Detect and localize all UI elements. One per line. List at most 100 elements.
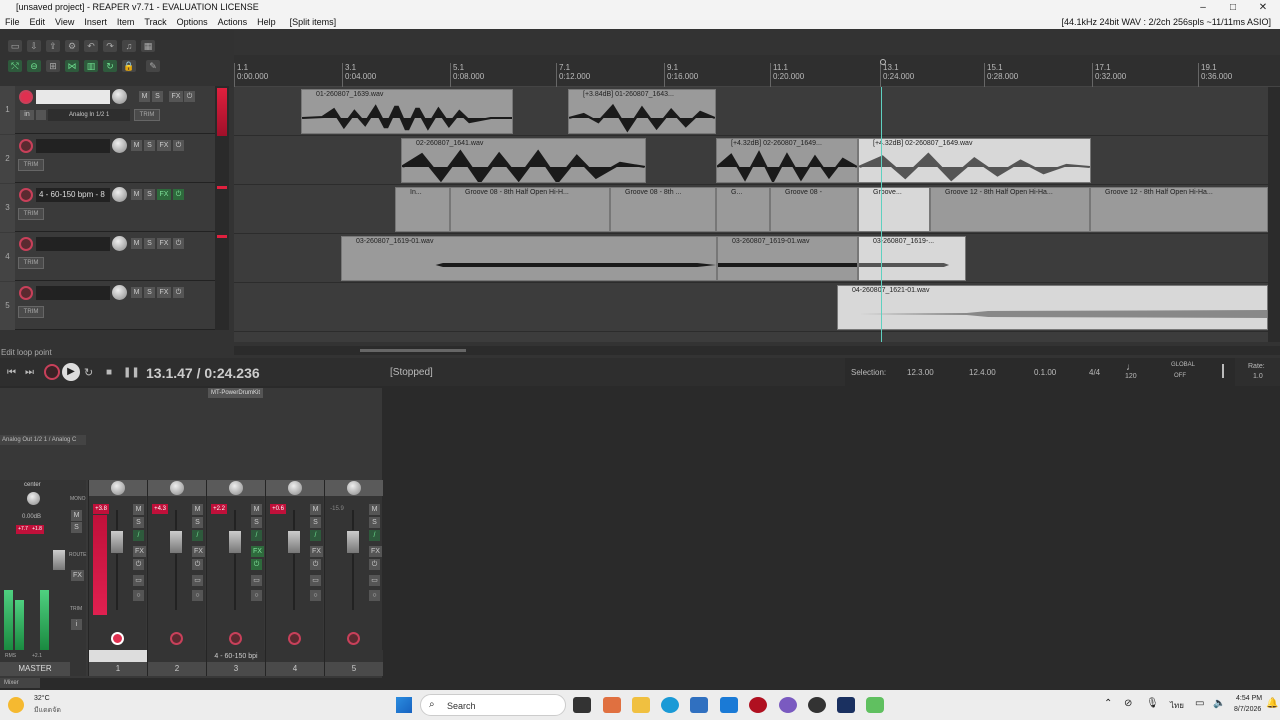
clock-date[interactable]: 8/7/2026 [1234,706,1261,713]
channel-fader[interactable] [228,530,242,554]
trim-button[interactable]: TRIM [134,109,160,121]
volume-knob[interactable] [112,236,127,251]
fx-bypass-button[interactable]: ⏻ [192,559,203,570]
midi-item[interactable]: Groove 08 - 8th Half Open Hi-H... [450,187,610,232]
clock-time[interactable]: 4:54 PM [1236,695,1262,702]
fx-button[interactable]: FX [169,91,183,102]
master-trim-button[interactable]: TRIM [70,606,82,612]
phase-icon[interactable]: / [251,530,262,541]
media-item-selected[interactable]: 04-260807_1621-01.wav [837,285,1268,330]
master-output-route[interactable]: Analog Out 1/2 1 / Analog C [0,435,86,445]
trim-button[interactable]: TRIM [18,208,44,220]
menu-track[interactable]: Track [139,17,171,27]
mute-button[interactable]: M [131,287,142,298]
stop-icon[interactable]: ■ [106,367,112,378]
microphone-icon[interactable]: 🎙 [1146,698,1159,709]
phase-icon[interactable]: / [133,530,144,541]
notification-bell-icon[interactable]: 🔔 [1266,698,1278,709]
master-mute-button[interactable]: M [71,510,82,521]
fx-plugin-label[interactable]: MT-PowerDrumKit [208,388,263,398]
save-project-icon[interactable]: ⇪ [46,40,60,52]
fx-button[interactable]: FX [251,546,264,557]
record-arm-button[interactable] [347,632,360,645]
media-item[interactable]: 03-260807_1619-01.wav [717,236,858,281]
track-name-field[interactable] [36,237,110,251]
midi-item[interactable]: Groove 08 - [770,187,858,232]
midi-item[interactable]: G... [716,187,770,232]
volume-knob[interactable] [112,187,127,202]
outlook-icon[interactable] [720,697,738,713]
monitor-icon[interactable]: ▭ [1195,698,1204,709]
mixer-channel-5[interactable]: -15.9 M S / FX ⏻ ▭ ○ 5 [324,480,383,676]
file-explorer-icon[interactable] [632,697,650,713]
midi-item[interactable]: Groove 08 - 8th ... [610,187,716,232]
solo-button[interactable]: S [144,189,155,200]
selection-start[interactable]: 12.3.00 [907,368,934,377]
timeline-ruler[interactable]: 1.1 0:00.000 3.1 0:04.000 5.1 0:08.000 7.1 0… [234,55,1280,87]
solo-button[interactable]: S [144,140,155,151]
midi-item-selected[interactable]: Groove... [858,187,930,232]
solo-button[interactable]: S [144,238,155,249]
midi-item[interactable]: Groove 12 - 8th Half Open Hi-Ha... [1090,187,1268,232]
pan-knob[interactable] [111,481,125,495]
record-arm-button[interactable] [19,286,33,300]
fx-button[interactable]: FX [157,140,171,151]
project-settings-icon[interactable]: ⚙ [65,40,79,52]
redo-icon[interactable]: ↷ [103,40,117,52]
tool-icon[interactable]: ✎ [146,60,160,72]
network-off-icon[interactable]: ⊘ [1124,698,1132,709]
mute-button[interactable]: M [131,140,142,151]
mixer-tab[interactable]: Mixer [0,678,40,688]
pan-knob[interactable] [229,481,243,495]
weather-desc[interactable]: มีแดดจัด [34,705,61,716]
grid-icon[interactable]: ▦ [141,40,155,52]
weather-icon[interactable] [8,697,24,713]
fx-bypass-button[interactable]: ⏻ [251,559,262,570]
route-icon[interactable]: ▭ [251,575,262,586]
mixer-channel-3[interactable]: +2.2 M S / FX ⏻ ▭ ○ 4 - 60-150 bpi 3 [206,480,265,676]
route-icon[interactable]: ▭ [133,575,144,586]
task-view-icon[interactable] [573,697,591,713]
mute-button[interactable]: M [369,504,380,515]
solo-button[interactable]: S [192,517,203,528]
channel-fader[interactable] [346,530,360,554]
pan-knob[interactable] [347,481,361,495]
fx-button[interactable]: FX [133,546,146,557]
new-project-icon[interactable]: ▭ [8,40,22,52]
phase-icon[interactable]: / [192,530,203,541]
volume-knob[interactable] [112,89,127,104]
app-red-icon[interactable] [749,697,767,713]
fx-button[interactable]: FX [157,238,171,249]
route-icon[interactable]: ▭ [369,575,380,586]
volume-knob[interactable] [112,285,127,300]
info-icon[interactable]: i [71,619,82,630]
mixer-channel-2[interactable]: +4.3 M S / FX ⏻ ▭ ○ 2 [147,480,206,676]
selection-length[interactable]: 0.1.00 [1034,368,1056,377]
volume-icon[interactable]: 🔈 [1213,698,1225,709]
mute-button[interactable]: M [133,504,144,515]
track-name-field[interactable] [36,286,110,300]
mute-button[interactable]: M [310,504,321,515]
fx-bypass-button[interactable]: ⏻ [173,287,184,298]
route-icon[interactable]: ▭ [310,575,321,586]
media-item-selected[interactable]: [+4.32dB] 02-260807_1649.wav [858,138,1091,183]
trim-icon[interactable]: ○ [133,590,144,601]
mute-button[interactable]: M [192,504,203,515]
mute-button[interactable]: M [131,189,142,200]
tempo-value[interactable]: 120 [1125,373,1137,380]
position-display[interactable]: 13.1.47 / 0:24.236 [146,365,260,381]
menu-file[interactable]: File [0,17,25,27]
fx-bypass-button[interactable]: ⏻ [184,91,195,102]
channel-fader[interactable] [287,530,301,554]
selection-end[interactable]: 12.4.00 [969,368,996,377]
scroll-thumb[interactable] [360,349,466,352]
solo-button[interactable]: S [369,517,380,528]
copilot-icon[interactable] [603,697,621,713]
minimize-button[interactable]: – [1188,0,1218,15]
master-fx-button[interactable]: FX [71,570,84,581]
horizontal-scrollbar[interactable] [234,346,1280,355]
windows-start-icon[interactable] [396,697,412,713]
midi-item[interactable]: In... [395,187,450,232]
fx-button[interactable]: FX [192,546,205,557]
solo-button[interactable]: S [310,517,321,528]
